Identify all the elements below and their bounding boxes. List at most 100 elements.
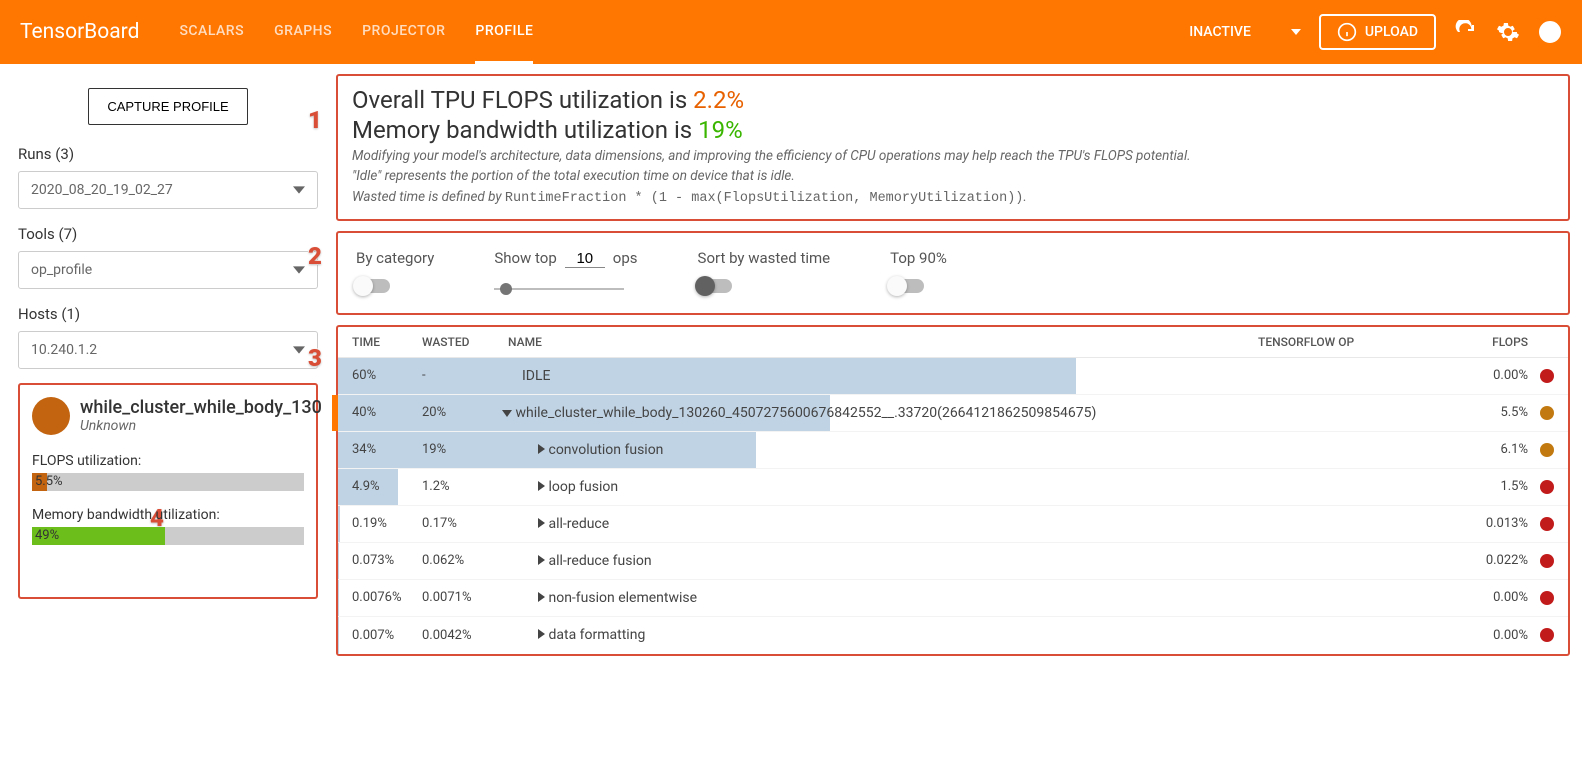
cell-dot <box>1528 369 1554 383</box>
chevron-down-icon <box>293 344 305 356</box>
cell-dot <box>1528 443 1554 457</box>
cell-flops: 1.5% <box>1458 479 1528 494</box>
nav-tabs: SCALARS GRAPHS PROJECTOR PROFILE <box>179 1 1189 64</box>
mem-headline: Memory bandwidth utilization is 19% <box>352 116 1554 144</box>
op-subtitle: Unknown <box>80 418 322 434</box>
status-dot-icon <box>1540 554 1554 568</box>
cell-dot <box>1528 554 1554 568</box>
cell-wasted: 20% <box>422 405 502 420</box>
note-1: Modifying your model's architecture, dat… <box>352 146 1554 166</box>
ops-table: TIME WASTED NAME TENSORFLOW OP FLOPS 60%… <box>336 325 1570 656</box>
help-icon[interactable] <box>1538 20 1562 44</box>
chevron-down-icon <box>293 264 305 276</box>
status-dot-icon <box>1540 406 1554 420</box>
cell-name: IDLE <box>502 368 1458 384</box>
cell-flops: 5.5% <box>1458 405 1528 420</box>
capture-profile-button[interactable]: CAPTURE PROFILE <box>88 88 247 125</box>
show-top-prefix: Show top <box>494 249 556 267</box>
main-content: 1 2 3 Overall TPU FLOPS utilization is 2… <box>336 64 1582 666</box>
cell-wasted: - <box>422 368 502 383</box>
expand-icon[interactable] <box>538 518 545 528</box>
show-top-input[interactable] <box>565 250 605 268</box>
cell-wasted: 1.2% <box>422 479 502 494</box>
note-2: "Idle" represents the portion of the tot… <box>352 166 1554 186</box>
refresh-icon[interactable] <box>1454 20 1478 44</box>
status-dot-icon <box>1540 628 1554 642</box>
tools-select[interactable]: op_profile <box>18 251 318 289</box>
status-dot-icon <box>1540 517 1554 531</box>
expand-icon[interactable] <box>538 629 545 639</box>
by-category-toggle[interactable] <box>356 279 390 293</box>
table-row[interactable]: 40%20% while_cluster_while_body_130260_4… <box>338 395 1568 432</box>
expand-icon[interactable] <box>538 444 545 454</box>
mem-util-label: Memory bandwidth utilization: <box>32 507 304 523</box>
cell-flops: 0.022% <box>1458 553 1528 568</box>
expand-icon[interactable] <box>538 592 545 602</box>
chevron-down-icon <box>1291 29 1301 35</box>
inactive-dropdown[interactable]: INACTIVE <box>1189 24 1301 40</box>
tab-projector[interactable]: PROJECTOR <box>362 1 445 64</box>
cell-flops: 0.00% <box>1458 368 1528 383</box>
table-row[interactable]: 0.19%0.17% all-reduce0.013% <box>338 506 1568 543</box>
tab-graphs[interactable]: GRAPHS <box>274 1 332 64</box>
header-actions: INACTIVE UPLOAD <box>1189 14 1562 50</box>
table-row[interactable]: 4.9%1.2% loop fusion1.5% <box>338 469 1568 506</box>
cell-flops: 0.00% <box>1458 628 1528 643</box>
cell-dot <box>1528 628 1554 642</box>
op-detail-panel: while_cluster_while_body_130 Unknown FLO… <box>18 383 318 599</box>
sort-wasted-label: Sort by wasted time <box>698 249 831 267</box>
table-header: TIME WASTED NAME TENSORFLOW OP FLOPS <box>338 327 1568 358</box>
th-tfop: TENSORFLOW OP <box>1258 335 1458 349</box>
sort-wasted-toggle[interactable] <box>698 279 732 293</box>
flops-headline: Overall TPU FLOPS utilization is 2.2% <box>352 86 1554 114</box>
th-wasted: WASTED <box>422 335 502 349</box>
cell-flops: 6.1% <box>1458 442 1528 457</box>
expand-icon[interactable] <box>538 481 545 491</box>
cell-wasted: 0.062% <box>422 553 502 568</box>
th-name: NAME <box>502 335 1258 349</box>
cell-time: 0.19% <box>352 516 422 531</box>
table-row[interactable]: 0.0076%0.0071% non-fusion elementwise0.0… <box>338 580 1568 617</box>
upload-button[interactable]: UPLOAD <box>1319 14 1436 50</box>
cell-dot <box>1528 406 1554 420</box>
cell-dot <box>1528 591 1554 605</box>
tab-scalars[interactable]: SCALARS <box>179 1 244 64</box>
table-row[interactable]: 60%-IDLE0.00% <box>338 358 1568 395</box>
cell-dot <box>1528 480 1554 494</box>
runs-value: 2020_08_20_19_02_27 <box>31 182 173 198</box>
tab-profile[interactable]: PROFILE <box>475 1 533 64</box>
cell-name: data formatting <box>502 627 1458 643</box>
expand-icon[interactable] <box>538 555 545 565</box>
cell-name: while_cluster_while_body_130260_45072756… <box>502 405 1458 421</box>
cell-time: 60% <box>352 368 422 383</box>
show-top-slider[interactable] <box>494 288 624 290</box>
status-dot-icon <box>1540 591 1554 605</box>
table-row[interactable]: 0.007%0.0042% data formatting0.00% <box>338 617 1568 654</box>
inactive-label: INACTIVE <box>1189 24 1251 40</box>
runs-select[interactable]: 2020_08_20_19_02_27 <box>18 171 318 209</box>
top90-toggle[interactable] <box>890 279 924 293</box>
cell-name: convolution fusion <box>502 442 1458 458</box>
collapse-icon[interactable] <box>502 410 512 417</box>
table-row[interactable]: 34%19% convolution fusion6.1% <box>338 432 1568 469</box>
cell-wasted: 0.0042% <box>422 628 502 643</box>
by-category-label: By category <box>356 249 434 267</box>
op-title: while_cluster_while_body_130 <box>80 397 322 418</box>
th-flops: FLOPS <box>1458 335 1528 349</box>
chevron-down-icon <box>293 184 305 196</box>
top90-label: Top 90% <box>890 249 947 267</box>
hosts-select[interactable]: 10.240.1.2 <box>18 331 318 369</box>
op-color-dot <box>32 397 70 435</box>
gear-icon[interactable] <box>1496 20 1520 44</box>
table-row[interactable]: 0.073%0.062% all-reduce fusion0.022% <box>338 543 1568 580</box>
cell-name: loop fusion <box>502 479 1458 495</box>
cell-time: 0.007% <box>352 628 422 643</box>
annotation-2: 2 <box>308 242 322 270</box>
cell-name: non-fusion elementwise <box>502 590 1458 606</box>
show-top-suffix: ops <box>613 249 638 267</box>
cell-dot <box>1528 517 1554 531</box>
cell-time: 0.0076% <box>352 590 422 605</box>
app-logo: TensorBoard <box>20 20 139 44</box>
cell-name: all-reduce <box>502 516 1458 532</box>
cell-time: 0.073% <box>352 553 422 568</box>
